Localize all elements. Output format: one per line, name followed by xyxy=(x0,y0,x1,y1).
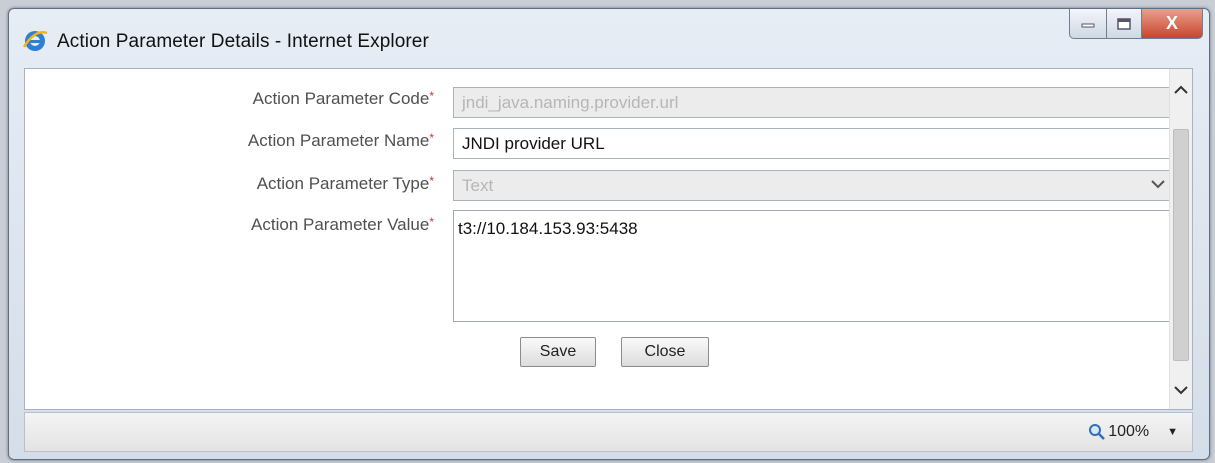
magnifier-icon xyxy=(1089,424,1106,440)
required-marker: * xyxy=(429,174,434,188)
close-icon: X xyxy=(1165,13,1178,33)
value-textarea[interactable]: t3://10.184.153.93:5438 xyxy=(453,210,1177,322)
required-marker: * xyxy=(429,89,434,103)
value-label-text: Action Parameter Value xyxy=(251,215,430,234)
vertical-scrollbar[interactable] xyxy=(1169,69,1192,409)
type-select: Text xyxy=(453,170,1177,201)
minimize-icon xyxy=(1081,23,1095,27)
internet-explorer-icon xyxy=(22,31,48,51)
required-marker: * xyxy=(429,215,434,229)
zoom-dropdown-icon[interactable]: ▼ xyxy=(1167,426,1178,438)
zoom-level: 100% xyxy=(1108,423,1150,440)
dialog-window: Action Parameter Details - Internet Expl… xyxy=(8,8,1210,460)
window-title: Action Parameter Details - Internet Expl… xyxy=(57,31,429,52)
window-controls: X xyxy=(1069,9,1203,39)
code-label-text: Action Parameter Code xyxy=(252,89,430,108)
chevron-down-icon xyxy=(1151,180,1165,189)
type-select-value: Text xyxy=(462,175,494,195)
minimize-button[interactable] xyxy=(1069,9,1107,39)
close-window-button[interactable]: X xyxy=(1142,9,1203,39)
name-label-text: Action Parameter Name xyxy=(247,131,430,150)
scrollbar-thumb[interactable] xyxy=(1173,129,1189,361)
status-bar: 100% ▼ xyxy=(24,412,1193,452)
type-label: Action Parameter Type* xyxy=(134,174,434,194)
name-field[interactable]: JNDI provider URL xyxy=(453,128,1177,159)
scroll-up-icon[interactable] xyxy=(1172,81,1190,99)
required-marker: * xyxy=(429,131,434,145)
code-label: Action Parameter Code* xyxy=(134,89,434,109)
title-bar[interactable]: Action Parameter Details - Internet Expl… xyxy=(9,9,1209,61)
maximize-button[interactable] xyxy=(1107,9,1142,39)
code-field: jndi_java.naming.provider.url xyxy=(453,87,1177,118)
zoom-control[interactable]: 100% ▼ xyxy=(1088,423,1178,441)
type-label-text: Action Parameter Type xyxy=(256,174,430,193)
form-panel: Action Parameter Code* jndi_java.naming.… xyxy=(24,68,1193,410)
maximize-icon xyxy=(1117,17,1131,30)
close-button[interactable]: Close xyxy=(621,337,709,367)
value-label: Action Parameter Value* xyxy=(134,215,434,235)
name-label: Action Parameter Name* xyxy=(134,131,434,151)
scroll-down-icon[interactable] xyxy=(1172,381,1190,399)
save-button[interactable]: Save xyxy=(520,337,596,367)
